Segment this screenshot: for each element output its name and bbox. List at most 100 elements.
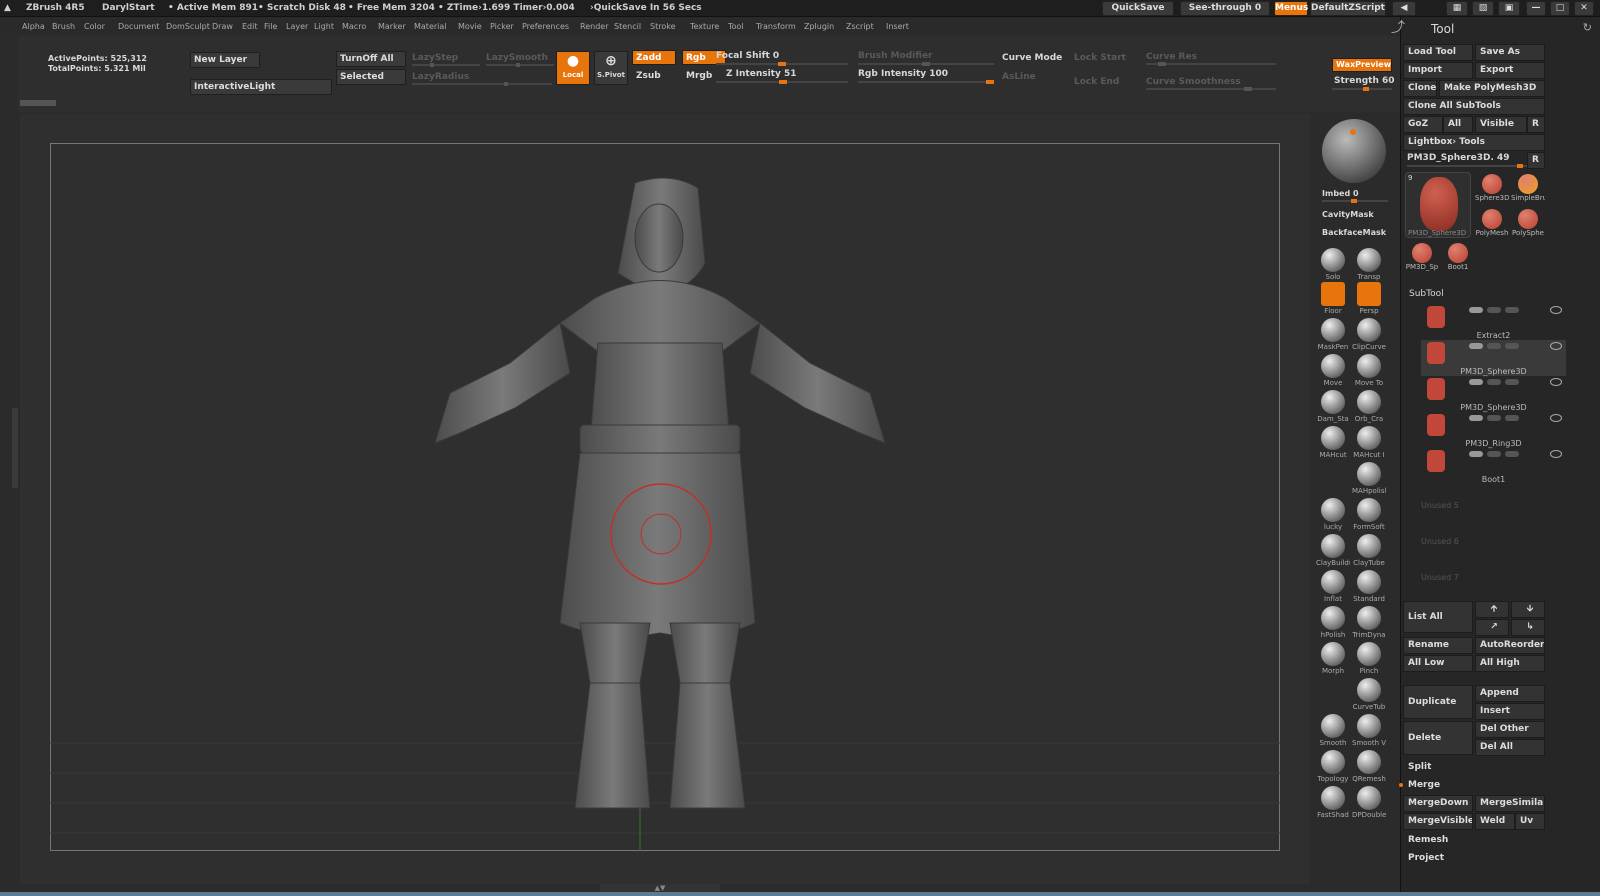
brush-modifier-slider[interactable] — [858, 62, 994, 66]
menu-item-domsculpt[interactable]: DomSculpt — [166, 22, 210, 31]
shelf-clipcurve-button[interactable]: ClipCurve — [1352, 318, 1386, 352]
shelf-fastshad-button[interactable]: FastShad — [1316, 786, 1350, 820]
list-all-button[interactable]: List All — [1403, 601, 1473, 633]
move-up-icon[interactable]: 🡩 — [1475, 601, 1509, 618]
model-view[interactable] — [50, 143, 1280, 851]
zbrush-logo-icon[interactable]: ▲ — [4, 3, 11, 13]
make-polymesh-button[interactable]: Make PolyMesh3D — [1439, 80, 1545, 97]
arrow-up-right-icon[interactable]: ↗ — [1475, 619, 1509, 636]
zadd-button[interactable]: Zadd — [632, 50, 676, 65]
zsub-button[interactable]: Zsub — [632, 68, 676, 83]
goz-r-button[interactable]: R — [1527, 116, 1545, 133]
shelf-topology-button[interactable]: Topology — [1316, 750, 1350, 784]
menu-item-macro[interactable]: Macro — [342, 22, 366, 31]
shelf-mahpolish-button[interactable]: MAHpolish — [1352, 462, 1386, 496]
backface-mask-button[interactable]: BackfaceMask — [1322, 228, 1386, 237]
asline-button[interactable]: AsLine — [1002, 72, 1036, 82]
subtool-toggle-icon[interactable] — [1487, 379, 1501, 385]
shelf-trimdyna-button[interactable]: TrimDyna — [1352, 606, 1386, 640]
menu-item-document[interactable]: Document — [118, 22, 159, 31]
tool-r-button[interactable]: R — [1527, 152, 1545, 169]
shelf-mahcut-button[interactable]: MAHcut — [1316, 426, 1350, 460]
menu-item-light[interactable]: Light — [314, 22, 334, 31]
insert-button[interactable]: Insert — [1475, 703, 1545, 720]
subtool-item[interactable]: PM3D_Ring3D — [1421, 412, 1566, 448]
curve-res-slider[interactable] — [1146, 62, 1276, 66]
quicksave-button[interactable]: QuickSave — [1102, 1, 1174, 16]
remesh-menu[interactable]: Remesh — [1403, 832, 1545, 849]
subtool-toggle-icon[interactable] — [1469, 451, 1483, 457]
minimize-icon[interactable]: — — [1526, 1, 1546, 16]
menu-item-draw[interactable]: Draw — [212, 22, 233, 31]
default-zscript-button[interactable]: DefaultZScript — [1310, 1, 1386, 16]
load-tool-button[interactable]: Load Tool — [1403, 44, 1473, 61]
shelf-persp-button[interactable]: Persp — [1352, 282, 1386, 316]
rename-button[interactable]: Rename — [1403, 637, 1473, 654]
uv-button[interactable]: Uv — [1515, 813, 1545, 830]
curve-smoothness-slider[interactable] — [1146, 87, 1276, 91]
selected-button[interactable]: Selected — [336, 69, 406, 85]
subtool-toggle-icon[interactable] — [1469, 343, 1483, 349]
visibility-eye-icon[interactable] — [1550, 450, 1562, 458]
subtool-item[interactable]: Boot1 — [1421, 448, 1566, 484]
menu-item-texture[interactable]: Texture — [690, 22, 719, 31]
visibility-eye-icon[interactable] — [1550, 378, 1562, 386]
shelf-handle[interactable] — [20, 100, 56, 106]
menu-item-preferences[interactable]: Preferences — [522, 22, 569, 31]
merge-down-button[interactable]: MergeDown — [1403, 795, 1473, 812]
shelf-qremesh-button[interactable]: QRemesh — [1352, 750, 1386, 784]
new-layer-button[interactable]: New Layer — [190, 52, 260, 68]
menu-item-marker[interactable]: Marker — [378, 22, 406, 31]
all-high-button[interactable]: All High — [1475, 655, 1545, 672]
subtool-header[interactable]: SubTool — [1409, 289, 1444, 299]
menu-item-stroke[interactable]: Stroke — [650, 22, 676, 31]
del-other-button[interactable]: Del Other — [1475, 721, 1545, 738]
menu-item-zscript[interactable]: Zscript — [846, 22, 874, 31]
shelf-smooth-button[interactable]: Smooth — [1316, 714, 1350, 748]
subtool-toggle-icon[interactable] — [1487, 343, 1501, 349]
layout-icon[interactable]: ▦ — [1446, 1, 1468, 16]
export-button[interactable]: Export — [1475, 62, 1545, 79]
see-through-slider[interactable]: See-through 0 — [1180, 1, 1270, 16]
menu-item-layer[interactable]: Layer — [286, 22, 308, 31]
clone-button[interactable]: Clone — [1403, 80, 1437, 97]
focal-shift-slider[interactable] — [716, 62, 848, 66]
shelf-solo-button[interactable]: Solo — [1316, 248, 1350, 282]
current-tool-slider[interactable]: PM3D_Sphere3D. 49 — [1407, 153, 1510, 163]
import-button[interactable]: Import — [1403, 62, 1473, 79]
bottom-tray-handle-icon[interactable]: ▲▼ — [600, 884, 720, 892]
turnoff-all-button[interactable]: TurnOff All — [336, 51, 406, 67]
shelf-pinch-button[interactable]: Pinch — [1352, 642, 1386, 676]
append-button[interactable]: Append — [1475, 685, 1545, 702]
shelf-maskpen-button[interactable]: MaskPen — [1316, 318, 1350, 352]
duplicate-button[interactable]: Duplicate — [1403, 685, 1473, 719]
current-tool-thumbnail[interactable]: 9 PM3D_Sphere3D — [1405, 172, 1471, 238]
subtool-item[interactable]: Unused 6 — [1421, 520, 1566, 556]
shelf-curvetub-button[interactable]: CurveTub — [1352, 678, 1386, 712]
subtool-toggle-icon[interactable] — [1505, 307, 1519, 313]
menu-item-material[interactable]: Material — [414, 22, 447, 31]
cavity-mask-button[interactable]: CavityMask — [1322, 210, 1374, 219]
menus-button[interactable]: Menus — [1274, 1, 1308, 16]
subtool-item[interactable]: Extract2 — [1421, 304, 1566, 340]
shelf-mahcut-i-button[interactable]: MAHcut I — [1352, 426, 1386, 460]
refresh-icon[interactable]: ↻ — [1583, 21, 1592, 34]
left-tray-handle[interactable] — [12, 408, 18, 488]
subtool-item[interactable]: Unused 7 — [1421, 556, 1566, 592]
arrow-down-right-icon[interactable]: ↳ — [1511, 619, 1545, 636]
tool-thumb-polymesh[interactable]: PolyMesh — [1475, 207, 1509, 241]
shelf-standard-button[interactable]: Standard — [1352, 570, 1386, 604]
menu-item-insert[interactable]: Insert — [886, 22, 909, 31]
lazy-radius-slider[interactable] — [412, 82, 552, 86]
lightbox-tools-button[interactable]: Lightbox› Tools — [1403, 134, 1545, 151]
subtool-toggle-icon[interactable] — [1487, 451, 1501, 457]
auto-reorder-button[interactable]: AutoReorder — [1475, 637, 1545, 654]
tool-thumb-sphere3d[interactable]: Sphere3D — [1475, 172, 1509, 206]
subtool-toggle-icon[interactable] — [1505, 343, 1519, 349]
shelf-smooth-v-button[interactable]: Smooth V — [1352, 714, 1386, 748]
shelf-dpdouble-button[interactable]: DPDouble — [1352, 786, 1386, 820]
menu-item-color[interactable]: Color — [84, 22, 105, 31]
menu-item-alpha[interactable]: Alpha — [22, 22, 45, 31]
curve-mode-button[interactable]: Curve Mode — [1002, 53, 1062, 63]
shelf-lucky-button[interactable]: lucky — [1316, 498, 1350, 532]
